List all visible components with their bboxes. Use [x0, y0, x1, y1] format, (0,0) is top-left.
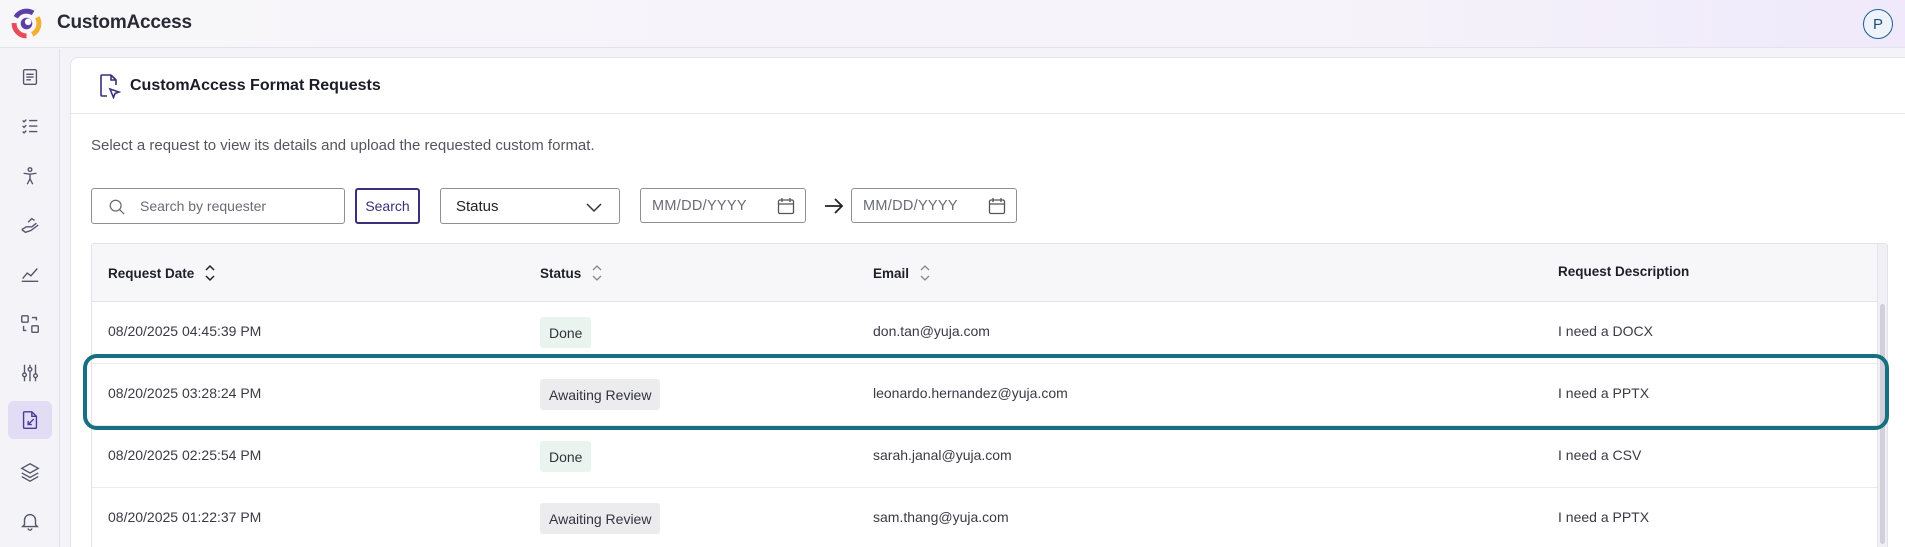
document-icon	[22, 68, 38, 86]
search-button[interactable]: Search	[355, 188, 420, 224]
sidebar-item-checklist[interactable]	[8, 107, 52, 145]
page-title: CustomAccess Format Requests	[130, 77, 381, 94]
status-dropdown[interactable]: Status	[440, 188, 620, 224]
cell-description: I need a CSV	[1558, 447, 1642, 463]
sidebar-item-notifications[interactable]	[8, 502, 52, 540]
cell-email: leonardo.hernandez@yuja.com	[873, 385, 1068, 401]
chevron-down-icon	[586, 203, 602, 213]
column-header-description: Request Description	[1558, 264, 1690, 279]
sidebar-item-accessibility[interactable]	[8, 157, 52, 195]
table-row[interactable]: 08/20/2025 03:28:24 PM Awaiting Review l…	[92, 364, 1887, 426]
cell-request-date: 08/20/2025 03:28:24 PM	[108, 385, 262, 401]
cell-request-date: 08/20/2025 04:45:39 PM	[108, 323, 262, 339]
sort-icon[interactable]	[919, 264, 931, 282]
bell-icon	[21, 513, 39, 531]
sidebar-item-format-requests[interactable]	[8, 401, 52, 439]
calendar-icon[interactable]	[988, 197, 1006, 215]
page-intro: Select a request to view its details and…	[91, 137, 595, 154]
requests-table: Request Date Status Email Request Descri…	[91, 243, 1888, 547]
search-field[interactable]	[91, 188, 345, 224]
cell-email: sarah.janal@yuja.com	[873, 447, 1012, 463]
column-header-request-date[interactable]: Request Date	[108, 264, 216, 282]
analytics-icon	[21, 268, 39, 283]
status-badge: Done	[540, 317, 592, 348]
cell-email: sam.thang@yuja.com	[873, 509, 1009, 525]
status-dropdown-label: Status	[456, 198, 499, 215]
sidebar-item-scan[interactable]	[8, 305, 52, 343]
calendar-icon[interactable]	[777, 197, 795, 215]
layers-icon	[20, 462, 40, 482]
cell-description: I need a PPTX	[1558, 385, 1650, 401]
top-bar: CustomAccess P	[0, 0, 1905, 48]
checklist-icon	[22, 119, 38, 134]
date-from-field[interactable]: MM/DD/YYYY	[640, 188, 806, 223]
arrow-right-icon	[825, 198, 844, 214]
sidebar-item-hand[interactable]	[8, 206, 52, 244]
table-scrollbar[interactable]	[1877, 244, 1887, 547]
sliders-icon	[21, 364, 39, 382]
date-to-placeholder: MM/DD/YYYY	[863, 198, 958, 214]
user-avatar[interactable]: P	[1863, 9, 1893, 39]
sidebar	[0, 49, 60, 547]
scan-icon	[21, 315, 39, 333]
cell-email: don.tan@yuja.com	[873, 323, 990, 339]
panel-header: CustomAccess Format Requests	[71, 58, 1905, 114]
sidebar-item-analytics[interactable]	[8, 255, 52, 293]
format-request-icon	[100, 74, 121, 99]
column-header-email[interactable]: Email	[873, 264, 931, 282]
format-request-icon	[22, 411, 38, 429]
scroll-thumb[interactable]	[1880, 304, 1885, 544]
accessibility-icon	[23, 167, 37, 185]
hand-icon	[21, 217, 39, 234]
cell-description: I need a DOCX	[1558, 323, 1653, 339]
column-header-status[interactable]: Status	[540, 264, 603, 282]
table-row[interactable]: 08/20/2025 01:22:37 PM Awaiting Review s…	[92, 488, 1887, 547]
cell-description: I need a PPTX	[1558, 509, 1650, 525]
cell-request-date: 08/20/2025 02:25:54 PM	[108, 447, 262, 463]
status-badge: Awaiting Review	[540, 503, 661, 534]
logo[interactable]	[10, 7, 43, 40]
search-icon	[109, 199, 125, 215]
table-row[interactable]: 08/20/2025 02:25:54 PM Done sarah.janal@…	[92, 426, 1887, 488]
main-panel: CustomAccess Format Requests Select a re…	[70, 57, 1905, 547]
cell-request-date: 08/20/2025 01:22:37 PM	[108, 509, 262, 525]
date-from-placeholder: MM/DD/YYYY	[652, 198, 747, 214]
sidebar-item-documents[interactable]	[8, 58, 52, 96]
app-title: CustomAccess	[57, 12, 192, 33]
search-input[interactable]	[140, 189, 340, 223]
status-badge: Awaiting Review	[540, 379, 661, 410]
sidebar-item-layers[interactable]	[8, 453, 52, 491]
date-to-field[interactable]: MM/DD/YYYY	[851, 188, 1017, 223]
sidebar-item-settings[interactable]	[8, 354, 52, 392]
table-header: Request Date Status Email Request Descri…	[92, 244, 1887, 302]
table-row[interactable]: 08/20/2025 04:45:39 PM Done don.tan@yuja…	[92, 302, 1887, 364]
sort-icon[interactable]	[591, 264, 603, 282]
sort-desc-icon[interactable]	[204, 264, 216, 282]
status-badge: Done	[540, 441, 592, 472]
